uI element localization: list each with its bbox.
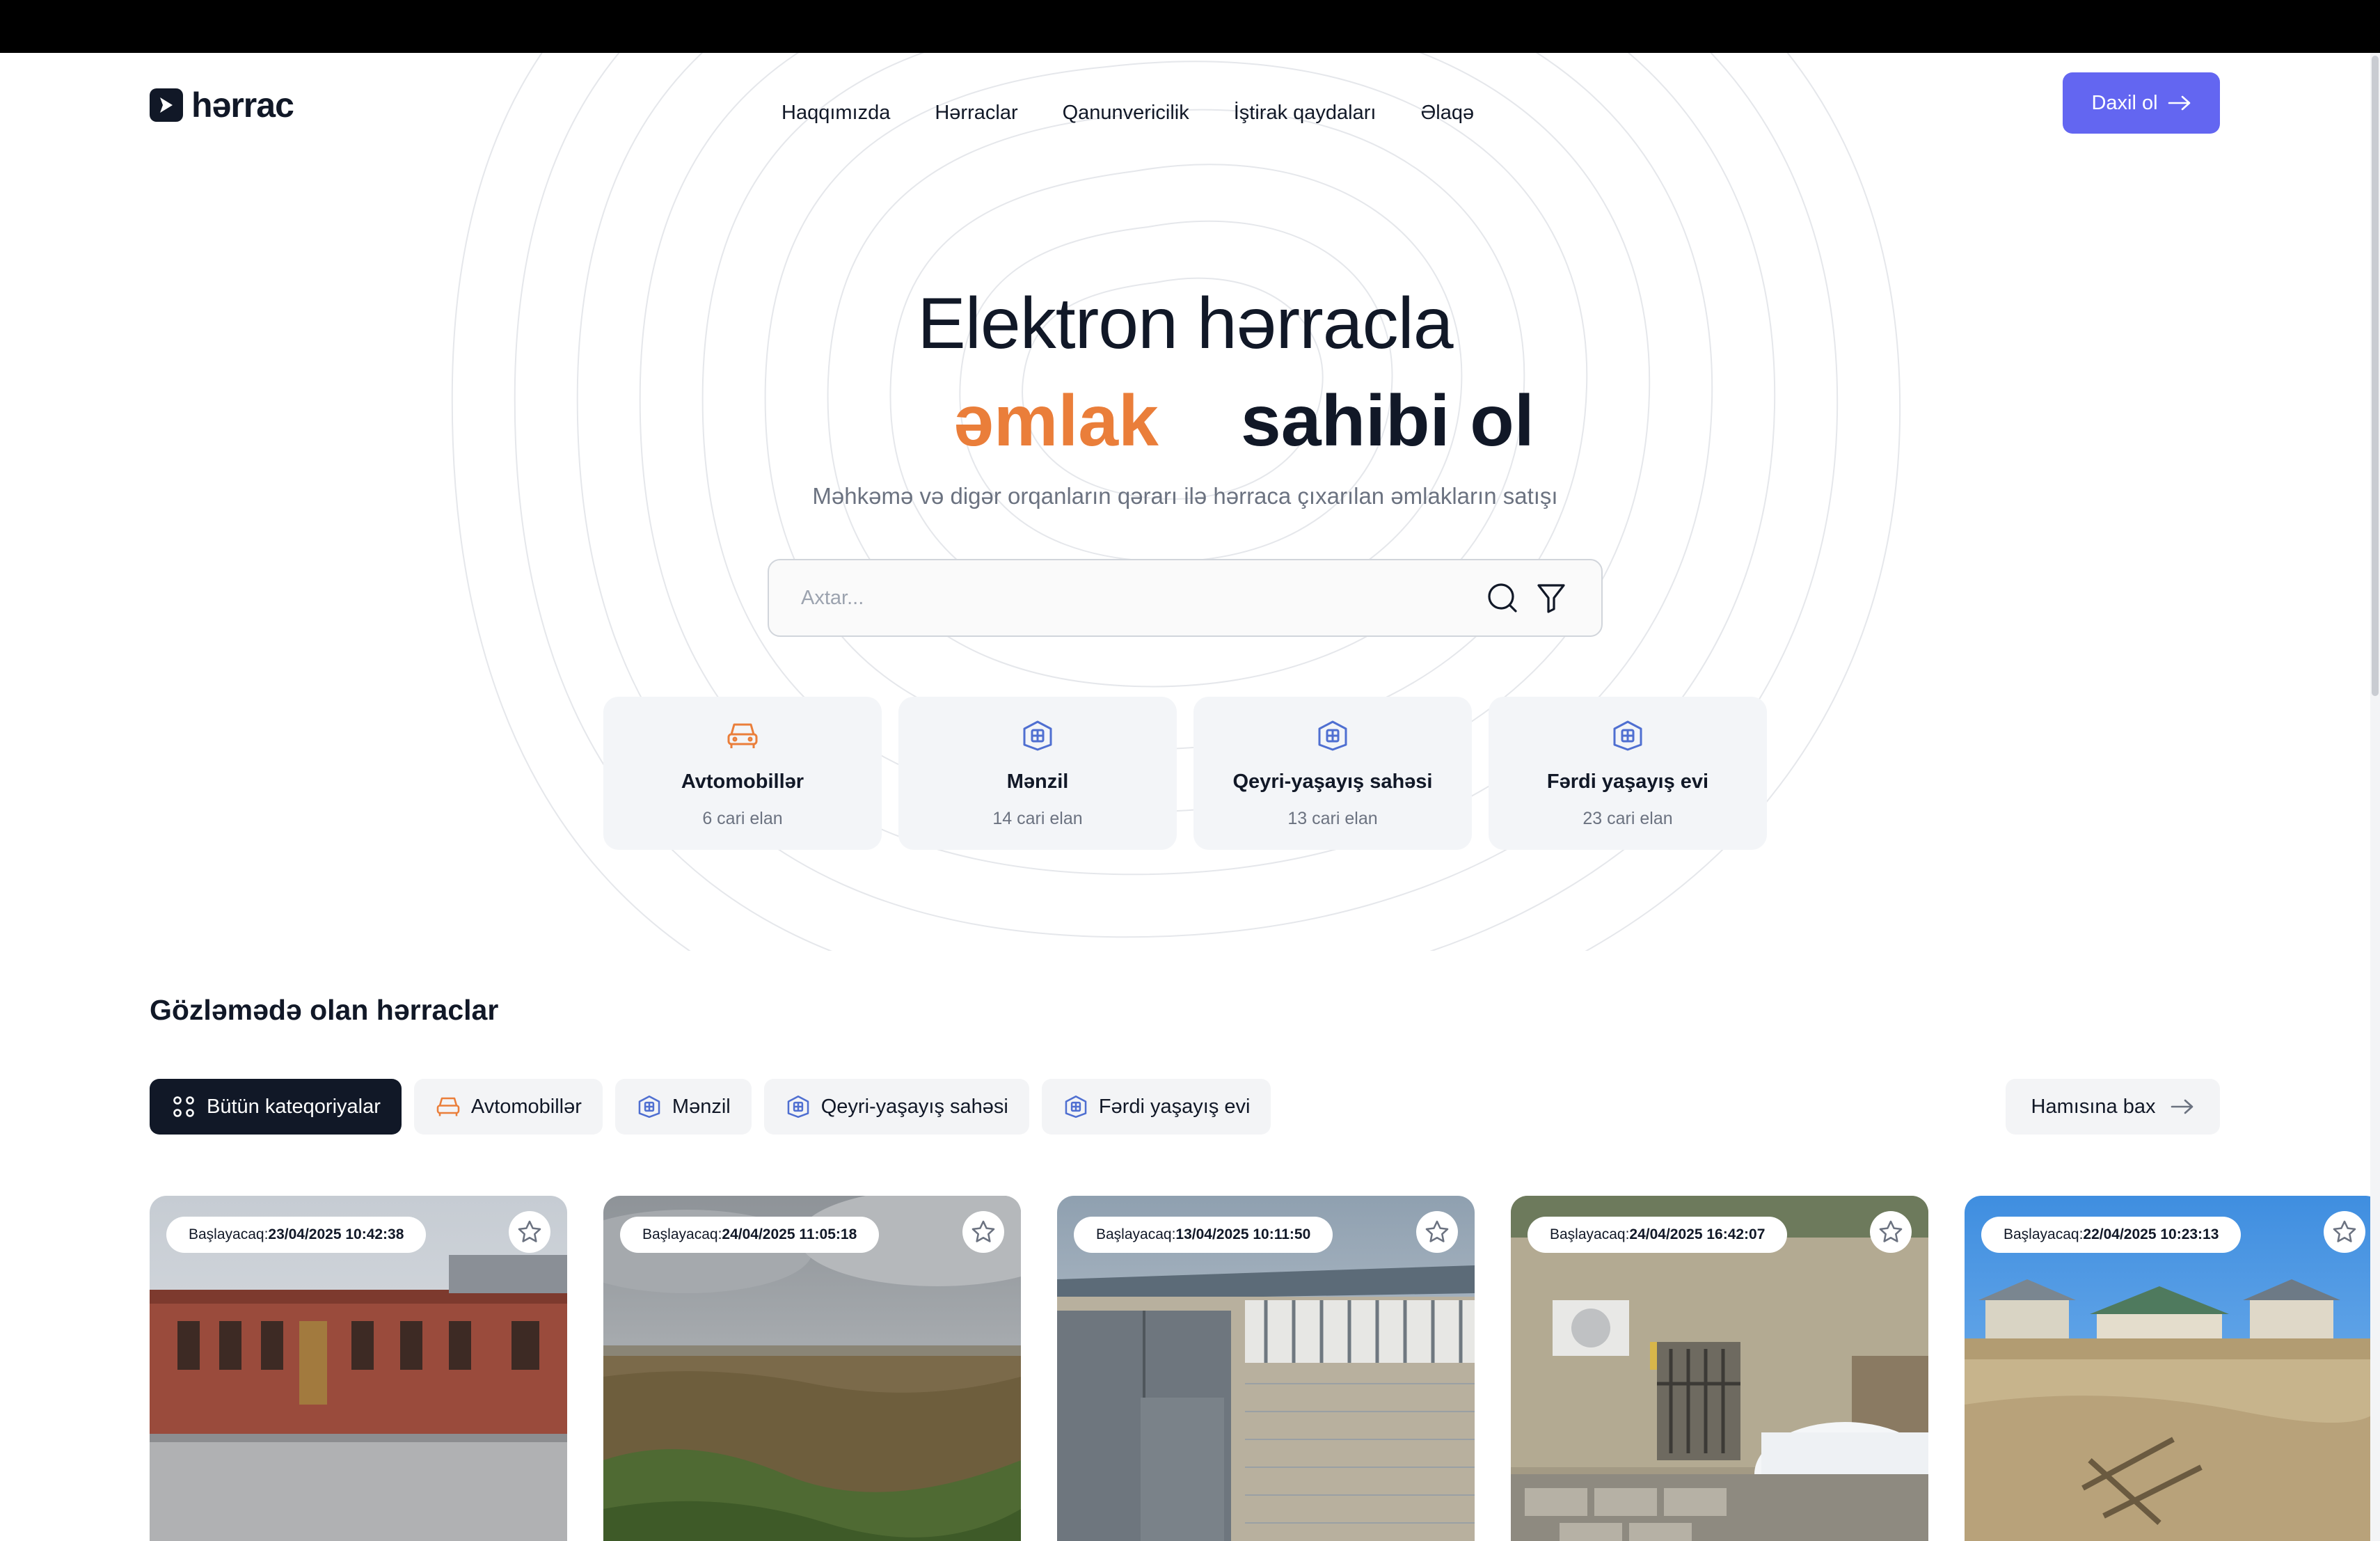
hero-accent-word: əmlak xyxy=(953,381,1159,461)
building-icon xyxy=(636,1093,663,1120)
filter-chip-private-house[interactable]: Fərdi yaşayış evi xyxy=(1041,1079,1271,1135)
filter-chip-cars[interactable]: Avtomobillər xyxy=(413,1079,603,1135)
category-count: 13 cari elan xyxy=(1287,809,1378,828)
building-icon xyxy=(1063,1093,1089,1120)
building-icon xyxy=(1315,718,1351,754)
nav-link-rules[interactable]: İştirak qaydaları xyxy=(1234,102,1377,125)
category-count: 14 cari elan xyxy=(992,809,1083,828)
star-icon xyxy=(1425,1220,1449,1242)
filter-chip-label: Qeyri-yaşayış sahəsi xyxy=(820,1095,1008,1118)
badge-prefix: Başlayacaq: xyxy=(189,1226,269,1242)
start-time: 24/04/2025 11:05:18 xyxy=(722,1226,857,1242)
badge-prefix: Başlayacaq: xyxy=(1550,1226,1630,1242)
gavel-icon xyxy=(150,88,183,122)
search-input[interactable] xyxy=(801,586,1472,610)
star-icon xyxy=(971,1220,995,1242)
building-icon xyxy=(785,1093,811,1120)
start-time-badge: Başlayacaq: 22/04/2025 10:23:13 xyxy=(1981,1217,2242,1253)
start-time-badge: Başlayacaq: 24/04/2025 11:05:18 xyxy=(620,1217,880,1253)
category-card-non-residential[interactable]: Qeyri-yaşayış sahəsi 13 cari elan xyxy=(1193,697,1472,850)
category-name: Qeyri-yaşayış sahəsi xyxy=(1232,770,1433,793)
category-name: Avtomobillər xyxy=(681,770,804,793)
auction-card[interactable]: Başlayacaq: 23/04/2025 10:42:38 xyxy=(150,1196,567,1541)
auction-card[interactable]: Başlayacaq: 24/04/2025 16:42:07 xyxy=(1511,1196,1928,1541)
favorite-button[interactable] xyxy=(1416,1211,1458,1253)
search-icon[interactable] xyxy=(1484,580,1521,616)
brand-logo[interactable]: hərrac xyxy=(150,85,294,125)
filter-chip-all[interactable]: Bütün kateqoriyalar xyxy=(150,1079,402,1135)
favorite-button[interactable] xyxy=(1870,1211,1912,1253)
filter-chip-label: Fərdi yaşayış evi xyxy=(1098,1095,1251,1118)
badge-prefix: Başlayacaq: xyxy=(2004,1226,2084,1242)
start-time-badge: Başlayacaq: 24/04/2025 16:42:07 xyxy=(1528,1217,1788,1253)
main-nav: Haqqımızda Hərraclar Qanunvericilik İşti… xyxy=(782,102,1474,125)
filter-chip-label: Bütün kateqoriyalar xyxy=(207,1095,381,1118)
login-button[interactable]: Daxil ol xyxy=(2063,72,2220,134)
badge-prefix: Başlayacaq: xyxy=(1096,1226,1176,1242)
favorite-button[interactable] xyxy=(509,1211,550,1253)
filter-chip-non-residential[interactable]: Qeyri-yaşayış sahəsi xyxy=(763,1079,1029,1135)
start-time-badge: Başlayacaq: 13/04/2025 10:11:50 xyxy=(1074,1217,1333,1253)
filter-chip-label: Avtomobillər xyxy=(470,1095,582,1118)
category-card-private-house[interactable]: Fərdi yaşayış evi 23 cari elan xyxy=(1489,697,1767,850)
category-name: Mənzil xyxy=(1006,770,1069,793)
car-icon xyxy=(435,1093,461,1120)
start-time: 24/04/2025 16:42:07 xyxy=(1629,1226,1766,1242)
hero-subtitle: Məhkəmə və digər orqanların qərarı ilə h… xyxy=(812,483,1558,509)
star-icon xyxy=(1879,1220,1903,1242)
search-bar xyxy=(768,559,1603,637)
filter-chip-label: Mənzil xyxy=(672,1095,731,1118)
start-time: 22/04/2025 10:23:13 xyxy=(2083,1226,2219,1242)
hero-title-line-two: əmlak sahibi ol xyxy=(953,380,1534,463)
auction-card[interactable]: Başlayacaq: 22/04/2025 10:23:13 xyxy=(1965,1196,2380,1541)
car-icon xyxy=(724,718,761,754)
nav-link-auctions[interactable]: Hərraclar xyxy=(935,102,1017,125)
hero-title-end: sahibi ol xyxy=(1240,381,1534,461)
page: hərrac Haqqımızda Hərraclar Qanunvericil… xyxy=(0,53,2380,1541)
start-time: 23/04/2025 10:42:38 xyxy=(268,1226,404,1242)
auction-card[interactable]: Başlayacaq: 13/04/2025 10:11:50 xyxy=(1057,1196,1475,1541)
category-card-cars[interactable]: Avtomobillər 6 cari elan xyxy=(603,697,882,850)
category-count: 6 cari elan xyxy=(702,809,783,828)
start-time-badge: Başlayacaq: 23/04/2025 10:42:38 xyxy=(166,1217,427,1253)
arrow-right-icon xyxy=(2168,95,2190,111)
star-icon xyxy=(2333,1220,2356,1242)
building-icon xyxy=(1020,718,1056,754)
scrollbar[interactable] xyxy=(2370,53,2380,1541)
see-all-label: Hamısına bax xyxy=(2031,1095,2156,1118)
building-icon xyxy=(1610,718,1646,754)
nav-link-about[interactable]: Haqqımızda xyxy=(782,102,890,125)
category-cards: Avtomobillər 6 cari elan Mənzil 14 cari … xyxy=(603,697,1767,850)
start-time: 13/04/2025 10:11:50 xyxy=(1175,1226,1311,1242)
auction-cards: Başlayacaq: 23/04/2025 10:42:38 Başlayaca… xyxy=(150,1196,2380,1541)
nav-link-legislation[interactable]: Qanunvericilik xyxy=(1063,102,1189,125)
scrollbar-thumb[interactable] xyxy=(2372,56,2379,696)
brand-name: hərrac xyxy=(191,86,294,125)
nav-link-contact[interactable]: Əlaqə xyxy=(1420,102,1474,125)
favorite-button[interactable] xyxy=(2324,1211,2365,1253)
category-count: 23 cari elan xyxy=(1582,809,1673,828)
auction-card[interactable]: Başlayacaq: 24/04/2025 11:05:18 xyxy=(603,1196,1021,1541)
top-black-bar xyxy=(0,0,2380,53)
badge-prefix: Başlayacaq: xyxy=(642,1226,722,1242)
section-title-pending: Gözləmədə olan hərraclar xyxy=(150,994,499,1026)
filter-chip-apartment[interactable]: Mənzil xyxy=(614,1079,752,1135)
category-card-apartment[interactable]: Mənzil 14 cari elan xyxy=(898,697,1177,850)
favorite-button[interactable] xyxy=(962,1211,1004,1253)
see-all-button[interactable]: Hamısına bax xyxy=(2006,1079,2220,1135)
login-button-label: Daxil ol xyxy=(2091,91,2158,114)
category-name: Fərdi yaşayış evi xyxy=(1546,770,1709,793)
star-icon xyxy=(518,1220,541,1242)
grid-dots-icon xyxy=(170,1093,197,1120)
arrow-right-icon xyxy=(2171,1099,2193,1114)
filter-icon[interactable] xyxy=(1533,580,1569,616)
hero-title: Elektron hərracla xyxy=(917,283,1453,364)
category-filter-chips: Bütün kateqoriyalar Avtomobillər Mənzil … xyxy=(150,1079,1271,1135)
